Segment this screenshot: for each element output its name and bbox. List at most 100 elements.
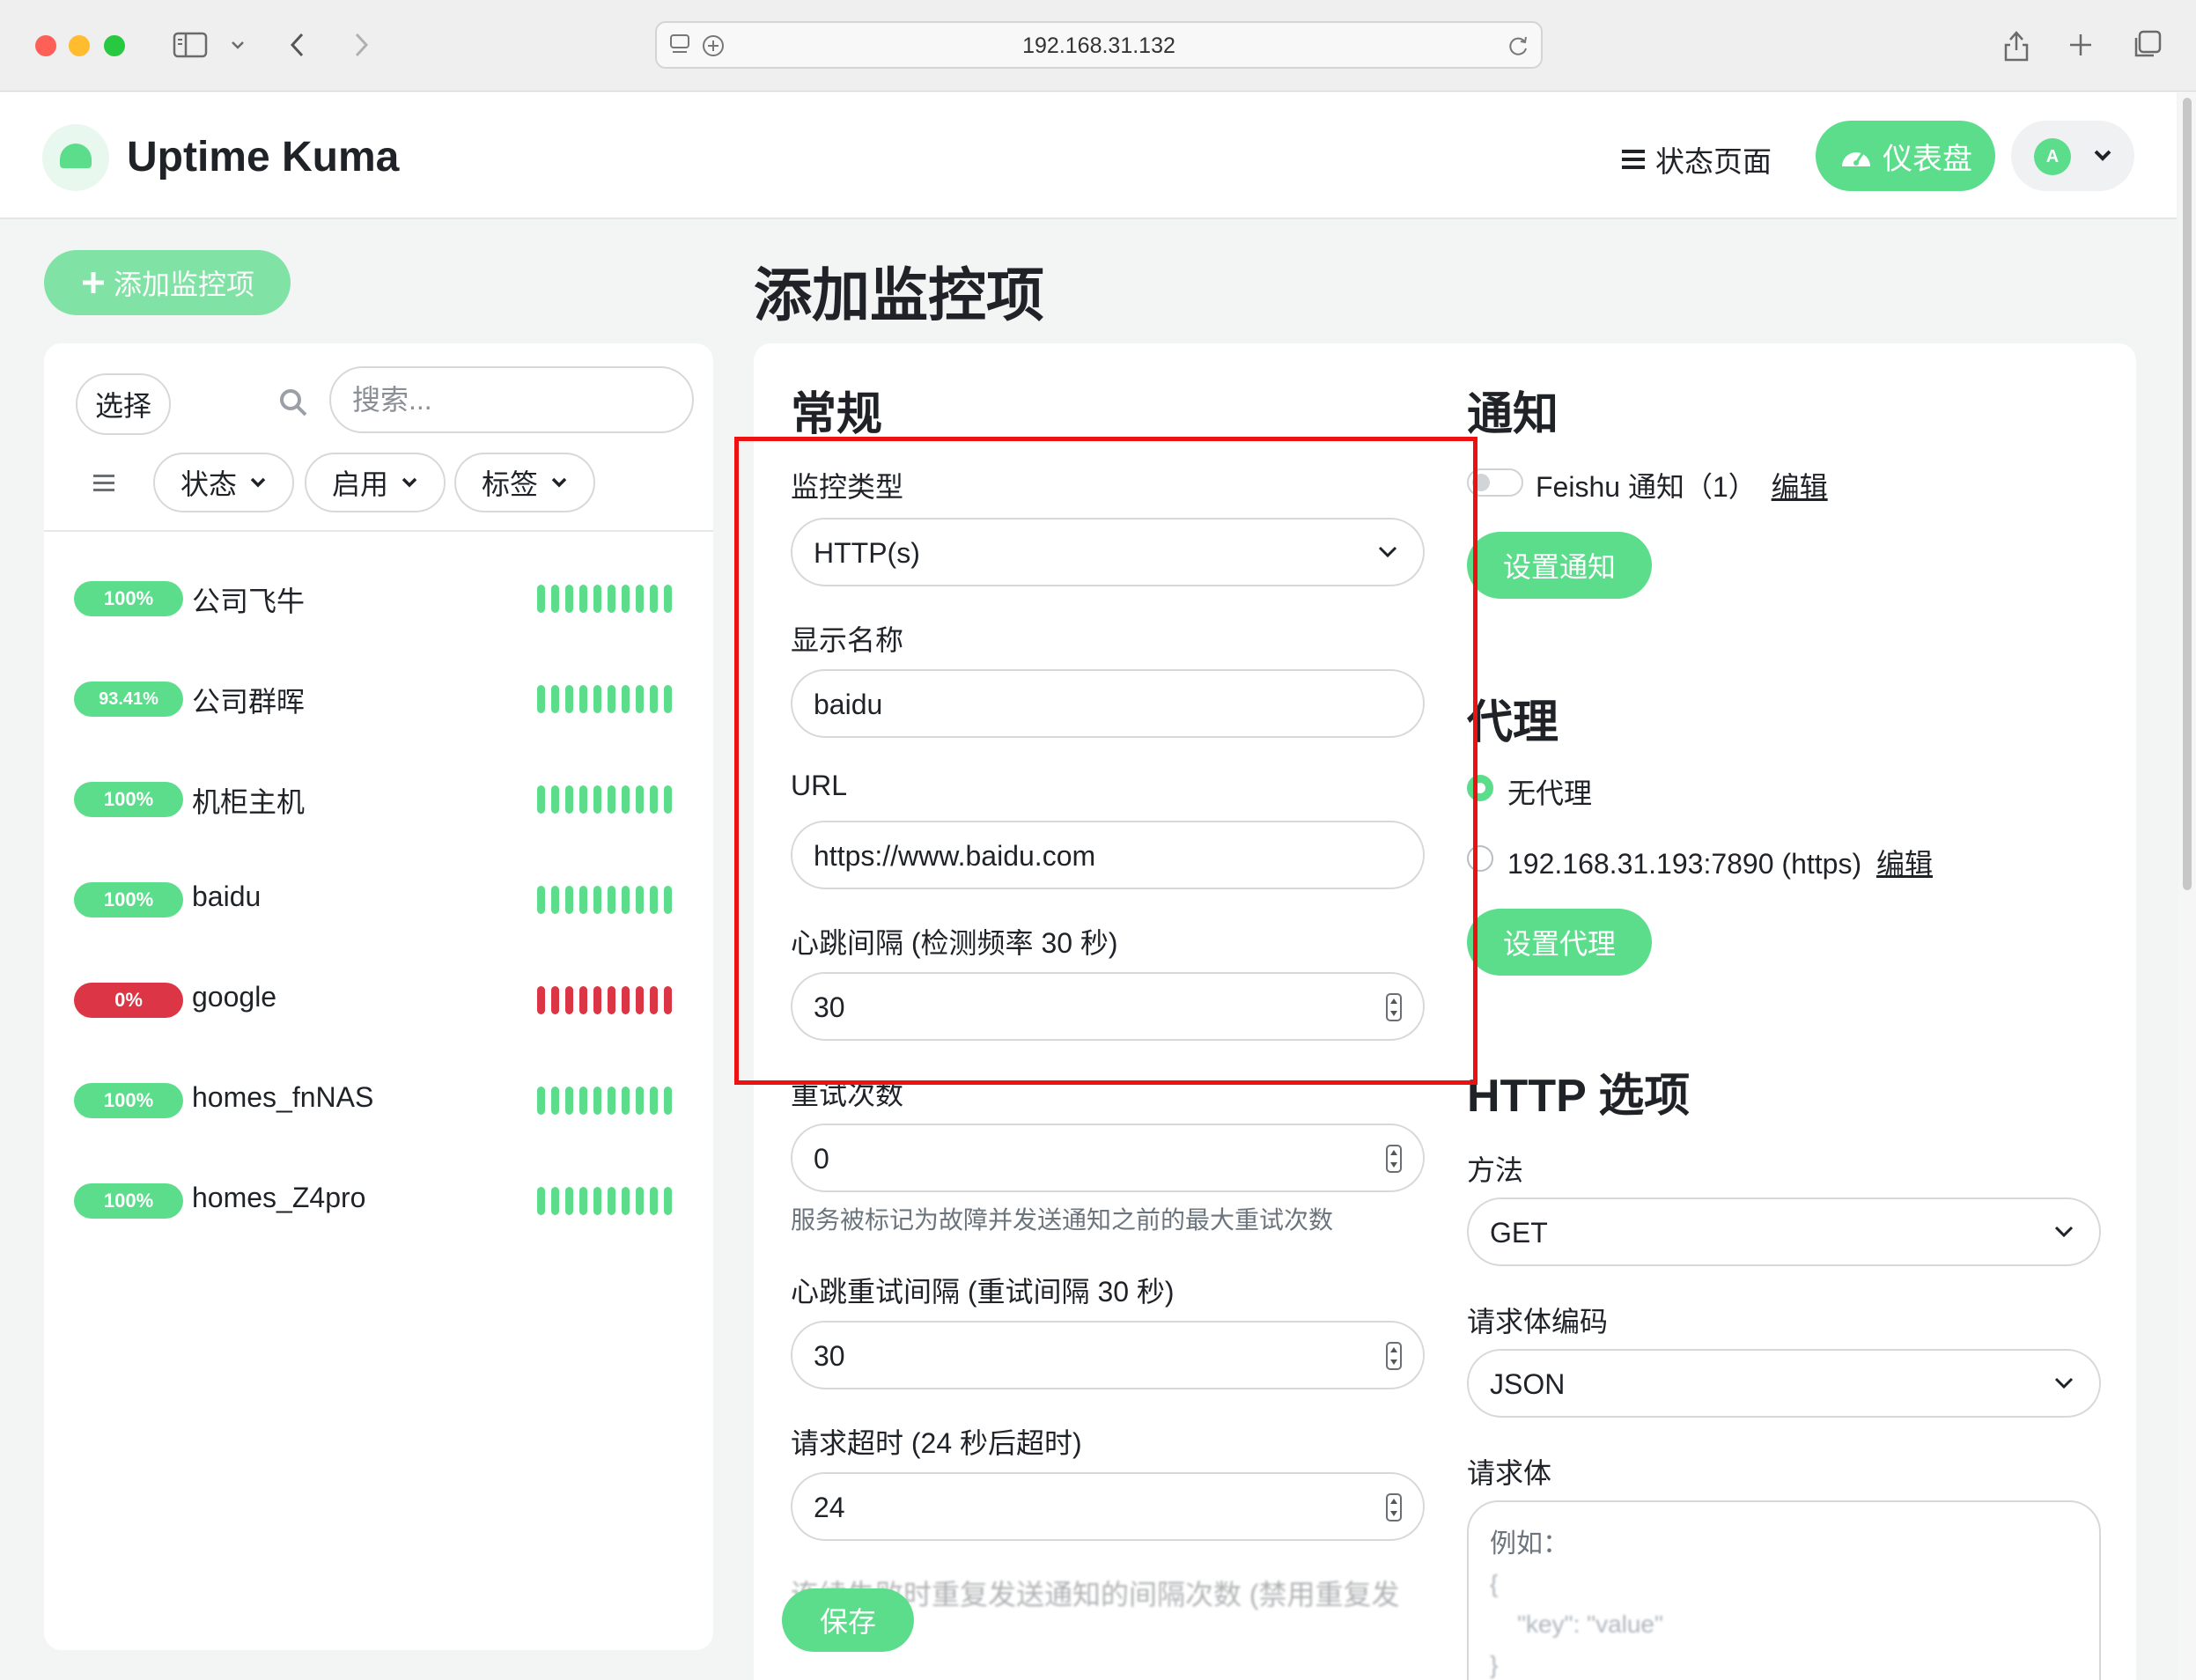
- close-window-button[interactable]: [35, 35, 56, 56]
- feishu-notification-label: Feishu 通知（1）: [1536, 471, 1757, 503]
- minimize-window-button[interactable]: [69, 35, 90, 56]
- chevron-down-icon[interactable]: [227, 25, 248, 65]
- heartbeat-tick: [622, 1087, 630, 1115]
- heartbeat-tick: [537, 986, 545, 1014]
- heartbeat-tick: [664, 585, 672, 613]
- dashboard-button[interactable]: 仪表盘: [1816, 121, 1995, 191]
- heartbeat-tick: [650, 585, 658, 613]
- uptime-badge: 93.41%: [74, 682, 183, 717]
- app-header: Uptime Kuma 状态页面 仪表盘 A: [0, 92, 2177, 219]
- notification-section-title: 通知: [1467, 389, 1559, 440]
- heartbeat-tick: [608, 1187, 615, 1215]
- heartbeat-tick: [551, 1087, 559, 1115]
- heartbeat-tick: [664, 886, 672, 914]
- monitor-list-item[interactable]: 93.41% 公司群晖: [74, 669, 690, 722]
- heartbeat-tick: [636, 685, 644, 713]
- address-bar[interactable]: 192.168.31.132: [655, 21, 1543, 69]
- heartbeat-tick: [565, 886, 573, 914]
- heartbeat-tick: [664, 785, 672, 814]
- heartbeat-tick: [551, 1187, 559, 1215]
- monitor-list-item[interactable]: 100% 机柜主机: [74, 770, 690, 822]
- body-encoding-label: 请求体编码: [1467, 1306, 1609, 1337]
- heartbeat-tick: [608, 585, 615, 613]
- heartbeat-tick: [579, 886, 587, 914]
- save-button[interactable]: 保存: [782, 1588, 914, 1652]
- tags-filter[interactable]: 标签: [454, 453, 595, 512]
- edit-notification-link[interactable]: 编辑: [1772, 471, 1828, 503]
- number-spinner-icon[interactable]: [1386, 1145, 1402, 1173]
- body-encoding-select[interactable]: JSON: [1467, 1349, 2101, 1418]
- add-monitor-button[interactable]: 添加监控项: [44, 250, 291, 315]
- heartbeat-tick: [579, 785, 587, 814]
- list-filter-icon[interactable]: [92, 472, 116, 495]
- uptime-badge: 100%: [74, 1183, 183, 1219]
- share-icon[interactable]: [1999, 25, 2034, 65]
- forward-icon[interactable]: [347, 25, 375, 65]
- sidebar-toggle-icon[interactable]: [169, 25, 211, 65]
- profile-dropdown[interactable]: A: [2011, 121, 2134, 191]
- heartbeat-tick: [579, 1187, 587, 1215]
- retries-field[interactable]: 0: [791, 1124, 1425, 1192]
- heartbeat-tick: [636, 1087, 644, 1115]
- proxy-item: 192.168.31.193:7890 (https) 编辑: [1507, 842, 1933, 882]
- heartbeat-tick: [565, 986, 573, 1014]
- heartbeat-tick: [565, 685, 573, 713]
- heartbeat-tick: [650, 785, 658, 814]
- monitor-list-item[interactable]: 100% homes_fnNAS: [74, 1071, 690, 1124]
- heartbeat-tick: [622, 785, 630, 814]
- heartbeat-tick: [608, 1087, 615, 1115]
- heartbeat-tick: [537, 1187, 545, 1215]
- heartbeat-bar: [537, 886, 672, 914]
- search-icon: [280, 389, 307, 416]
- heartbeat-tick: [622, 886, 630, 914]
- heartbeat-tick: [565, 785, 573, 814]
- feishu-notification-item: Feishu 通知（1） 编辑: [1536, 465, 1828, 505]
- heartbeat-tick: [551, 785, 559, 814]
- heartbeat-tick: [622, 986, 630, 1014]
- monitor-list-item[interactable]: 100% baidu: [74, 870, 690, 923]
- tab-overview-icon[interactable]: [2129, 25, 2164, 65]
- timeout-field[interactable]: 24: [791, 1472, 1425, 1541]
- brand-title[interactable]: Uptime Kuma: [127, 133, 399, 181]
- retries-value: 0: [814, 1143, 829, 1175]
- list-icon: [1622, 150, 1645, 169]
- uptime-kuma-logo[interactable]: [42, 124, 109, 191]
- zoom-window-button[interactable]: [104, 35, 125, 56]
- heartbeat-tick: [664, 1087, 672, 1115]
- search-input[interactable]: [329, 366, 694, 433]
- heartbeat-tick: [608, 886, 615, 914]
- page-scrollbar[interactable]: [2178, 92, 2196, 1680]
- heartbeat-tick: [608, 785, 615, 814]
- heartbeat-tick: [636, 886, 644, 914]
- request-body-label: 请求体: [1467, 1457, 1552, 1489]
- request-body-textarea[interactable]: 例如： { "key": "value" }: [1467, 1500, 2101, 1680]
- heartbeat-tick: [593, 785, 601, 814]
- heartbeat-tick: [593, 685, 601, 713]
- method-select[interactable]: GET: [1467, 1197, 2101, 1266]
- heartbeat-bar: [537, 685, 672, 713]
- reload-icon[interactable]: [1506, 33, 1530, 63]
- active-filter[interactable]: 启用: [305, 453, 446, 512]
- number-spinner-icon[interactable]: [1386, 1493, 1402, 1522]
- request-body-example: { "key": "value" }: [1490, 1570, 1663, 1678]
- active-filter-label: 启用: [331, 468, 388, 500]
- status-page-link[interactable]: 状态页面: [1620, 138, 1772, 181]
- uptime-badge: 0%: [74, 983, 183, 1018]
- edit-proxy-link[interactable]: 编辑: [1876, 848, 1933, 880]
- new-tab-icon[interactable]: [2066, 25, 2096, 65]
- monitor-name: homes_fnNAS: [192, 1081, 374, 1113]
- setup-notification-button[interactable]: 设置通知: [1467, 532, 1652, 599]
- heartbeat-bar: [537, 1087, 672, 1115]
- status-filter[interactable]: 状态: [153, 453, 294, 512]
- retry-interval-field[interactable]: 30: [791, 1321, 1425, 1389]
- back-icon[interactable]: [284, 25, 312, 65]
- monitor-list-item[interactable]: 100% homes_Z4pro: [74, 1171, 690, 1224]
- plus-icon: [82, 272, 104, 293]
- monitor-list-panel: 选择 状态 启用 标签 100% 公司飞牛 93.41% 公司群晖 100% 机…: [44, 343, 713, 1650]
- add-monitor-label: 添加监控项: [113, 269, 254, 300]
- monitor-list-item[interactable]: 0% google: [74, 970, 690, 1023]
- number-spinner-icon[interactable]: [1386, 1342, 1402, 1370]
- setup-proxy-button[interactable]: 设置代理: [1467, 909, 1652, 976]
- monitor-list-item[interactable]: 100% 公司飞牛: [74, 569, 690, 622]
- select-button[interactable]: 选择: [76, 373, 171, 435]
